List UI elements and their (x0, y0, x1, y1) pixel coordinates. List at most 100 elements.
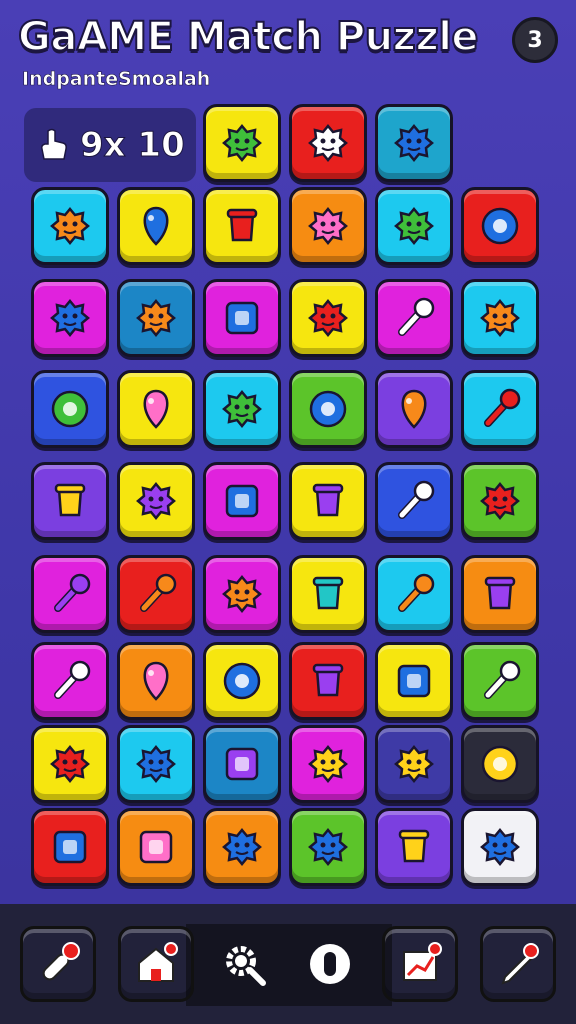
page-subtitle: IndpanteSmoalah (22, 68, 211, 91)
board-tile[interactable] (375, 462, 453, 540)
level-badge[interactable]: 3 (512, 17, 558, 63)
board-tile[interactable] (289, 555, 367, 633)
pink-drop-icon (143, 661, 169, 701)
board-tile[interactable] (289, 279, 367, 357)
blue-balloon-icon (143, 206, 169, 246)
board-tile[interactable] (289, 462, 367, 540)
board-tile[interactable] (117, 642, 195, 720)
toggle-button[interactable] (298, 930, 362, 998)
pencil-icon (501, 943, 539, 985)
candy-swirl-icon (308, 124, 348, 162)
red-umbrella-icon (484, 388, 521, 427)
board-tile[interactable] (289, 187, 367, 265)
board-tile[interactable] (375, 187, 453, 265)
blue-arrow-icon (53, 830, 87, 864)
board-tile[interactable] (31, 642, 109, 720)
home-button[interactable] (118, 926, 194, 1002)
board-tile[interactable] (203, 725, 281, 803)
board-tile[interactable] (203, 370, 281, 448)
green-monster-face-icon (394, 207, 434, 245)
yellow-mask-icon (394, 745, 434, 783)
board-tile[interactable] (289, 808, 367, 886)
board-tile[interactable] (31, 279, 109, 357)
page-title: GaAME Match Puzzle (17, 13, 480, 61)
board-tile[interactable] (461, 462, 539, 540)
blue-ring-icon (223, 662, 261, 700)
board-tile[interactable] (117, 279, 195, 357)
red-bird-icon (480, 482, 520, 520)
board-tile[interactable] (31, 462, 109, 540)
board-tile[interactable] (289, 370, 367, 448)
orange-rocket-icon (398, 573, 435, 612)
board-tile[interactable] (203, 462, 281, 540)
settings-button[interactable] (212, 930, 276, 998)
rocket-button[interactable] (20, 926, 96, 1002)
edit-button[interactable] (480, 926, 556, 1002)
board-tile[interactable] (375, 104, 453, 182)
gear-magnifier-icon (226, 946, 266, 986)
hand-pointer-icon (41, 128, 67, 160)
board-tile[interactable] (375, 725, 453, 803)
orange-balloon-icon (401, 389, 427, 429)
board-tile[interactable] (375, 808, 453, 886)
blue-robot-icon (136, 745, 176, 783)
red-clock-icon (308, 299, 348, 337)
board-tile[interactable] (461, 187, 539, 265)
board-tile[interactable] (461, 370, 539, 448)
board-tile[interactable] (461, 279, 539, 357)
purple-blob-icon (136, 482, 176, 520)
board-tile[interactable] (31, 187, 109, 265)
blue-bomb-icon (480, 828, 520, 866)
compass-icon (54, 660, 91, 699)
board-tile[interactable] (117, 725, 195, 803)
toggle-icon (310, 944, 350, 984)
chart-button[interactable] (382, 926, 458, 1002)
board-tile[interactable] (203, 104, 281, 182)
board-tile[interactable] (375, 370, 453, 448)
board-tile[interactable] (31, 725, 109, 803)
blue-phone-icon (222, 828, 262, 866)
board-tile[interactable] (117, 370, 195, 448)
board-tile[interactable] (117, 187, 195, 265)
board-tile[interactable] (203, 279, 281, 357)
board-tile[interactable] (289, 642, 367, 720)
board-tile[interactable] (203, 642, 281, 720)
board-tile[interactable] (375, 642, 453, 720)
board-tile[interactable] (289, 104, 367, 182)
pink-box-icon (139, 830, 173, 864)
board-tile[interactable] (461, 642, 539, 720)
teal-anvil-icon (312, 576, 344, 610)
chart-icon (403, 942, 442, 981)
moves-text: 9x 10 (80, 125, 186, 166)
red-blob-icon (50, 745, 90, 783)
purple-tool-icon (54, 573, 91, 612)
board-tile[interactable] (117, 555, 195, 633)
green-ring-icon (51, 390, 89, 428)
purple-jar-icon (484, 576, 516, 610)
board-tile[interactable] (461, 725, 539, 803)
orange-face-icon (136, 299, 176, 337)
blue-fluffball-icon (308, 828, 348, 866)
rocket-icon (42, 942, 80, 981)
board-tile[interactable] (375, 279, 453, 357)
board-tile[interactable] (461, 555, 539, 633)
board-tile[interactable] (117, 808, 195, 886)
blue-shield-icon (394, 124, 434, 162)
moves-counter: 9x 10 (24, 108, 196, 182)
orange-gear-icon (50, 207, 90, 245)
board-tile[interactable] (375, 555, 453, 633)
board-tile[interactable] (31, 555, 109, 633)
board-tile[interactable] (203, 555, 281, 633)
board-tile[interactable] (203, 808, 281, 886)
blue-radio-icon (397, 664, 431, 698)
board-tile[interactable] (31, 808, 109, 886)
board-tile[interactable] (31, 370, 109, 448)
orange-candy-icon (222, 575, 262, 613)
board-tile[interactable] (203, 187, 281, 265)
orange-fluffball-icon (480, 299, 520, 337)
board-tile[interactable] (461, 808, 539, 886)
purple-square-icon (225, 747, 259, 781)
board-tile[interactable] (289, 725, 367, 803)
board-tile[interactable] (117, 462, 195, 540)
home-icon (138, 942, 178, 982)
